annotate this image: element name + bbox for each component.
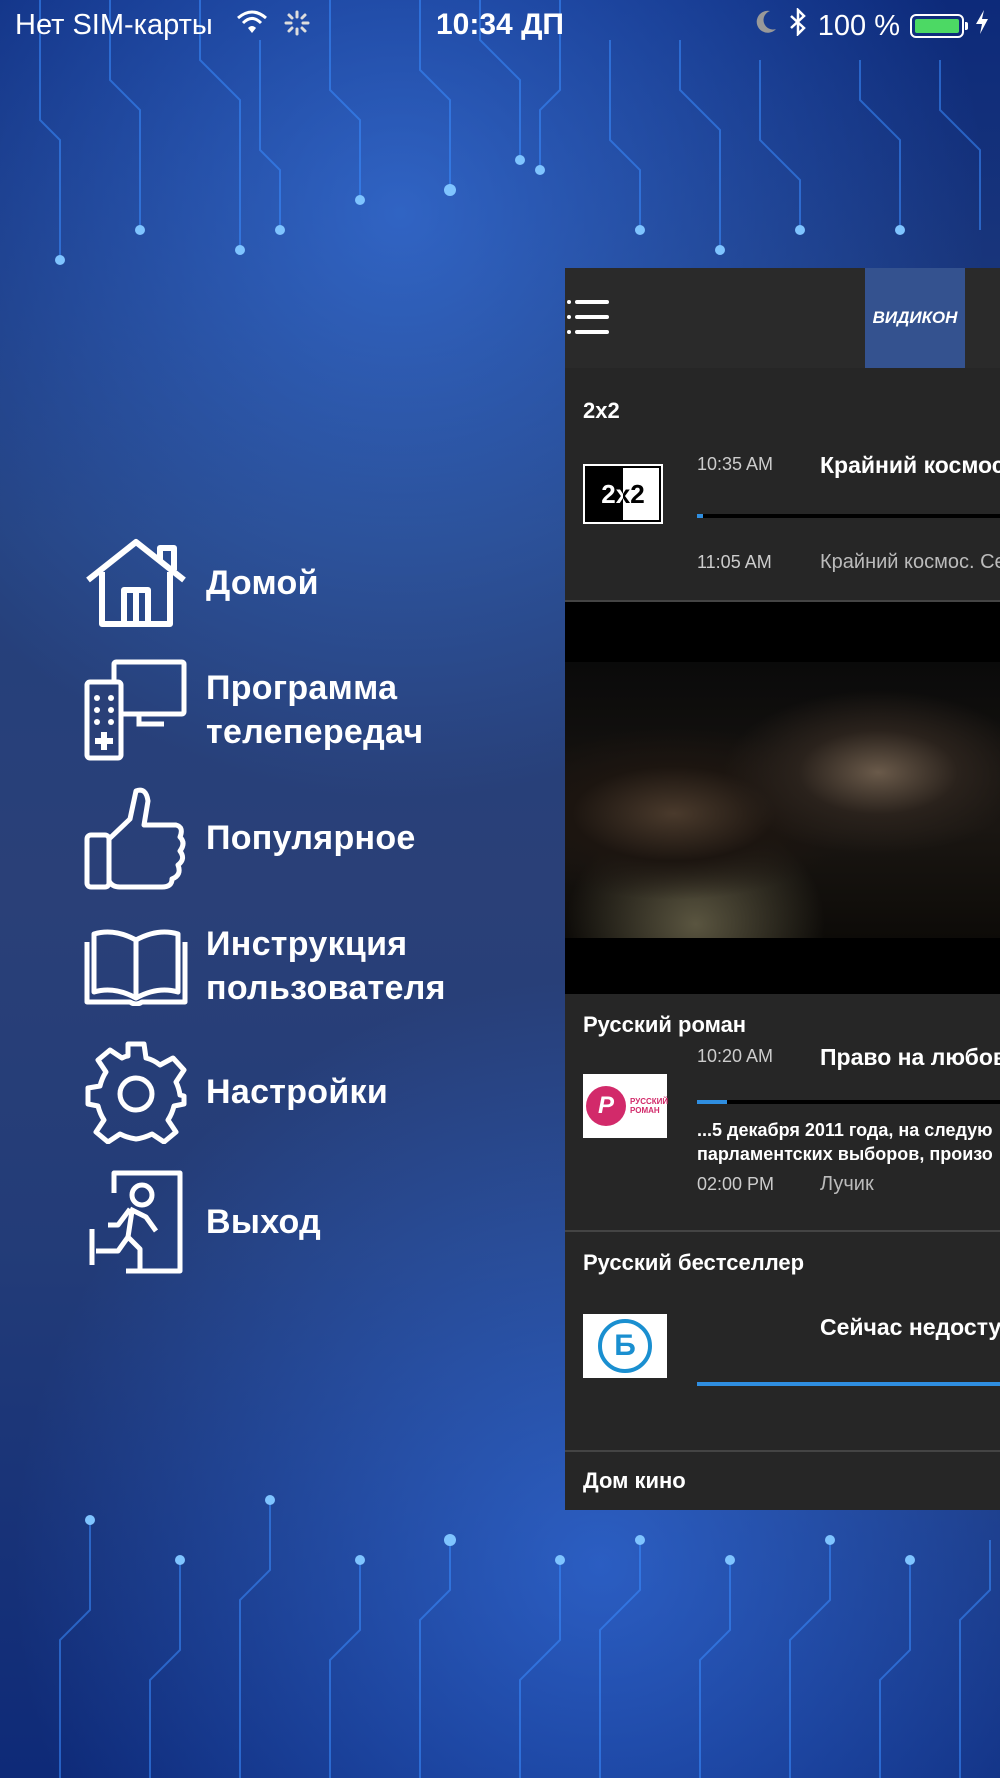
- channel-logo-text: 2x2: [601, 478, 645, 509]
- channel-logo: Р РУССКИЙ РОМАН: [583, 1074, 669, 1138]
- menu-item-user-guide[interactable]: Инструкция пользователя: [84, 908, 544, 1024]
- menu-label-tv-guide-line1: Программа: [206, 669, 398, 707]
- channel-name: Русский роман: [583, 1012, 747, 1037]
- hamburger-menu-icon[interactable]: [567, 298, 609, 336]
- book-icon: [84, 926, 188, 1006]
- menu-label-exit: Выход: [206, 1203, 322, 1241]
- activity-spinner-icon: [284, 10, 310, 44]
- exit-icon: [84, 1169, 188, 1275]
- channel-name: Русский бестселлер: [583, 1250, 805, 1275]
- menu-label-tv-guide: Программа телепередач: [206, 666, 423, 754]
- battery-percent: 100 %: [817, 9, 900, 42]
- menu-item-tv-guide[interactable]: Программа телепередач: [84, 652, 544, 768]
- status-bar: Нет SIM-карты 10:34 ДП 100 %: [0, 0, 1000, 50]
- bluetooth-icon: [788, 6, 808, 44]
- channel-card[interactable]: Русский бестселлер Б Сейчас недоступ: [565, 1232, 1000, 1448]
- program-time: 10:20 AM: [697, 1046, 774, 1066]
- menu-label-user-guide-line2: пользователя: [206, 969, 446, 1007]
- carrier-label: Нет SIM-карты: [15, 9, 213, 41]
- menu-label-user-guide-line1: Инструкция: [206, 925, 408, 963]
- program-description: ...5 декабря 2011 года, на следую парлам…: [697, 1118, 1000, 1166]
- top-bar: ВИДИКОН: [565, 268, 1000, 368]
- main-panel: ВИДИКОН 2x2 2x2 10:35 AM Крайний космос …: [565, 268, 1000, 1510]
- program-title: Право на любовь: [820, 1044, 1000, 1070]
- menu-item-home[interactable]: Домой: [84, 530, 544, 636]
- channel-card[interactable]: 2x2 2x2 10:35 AM Крайний космос 11:05 AM…: [565, 368, 1000, 600]
- program-time: 10:35 AM: [697, 454, 774, 474]
- menu-item-settings[interactable]: Настройки: [84, 1040, 544, 1144]
- progress-bar: [697, 1100, 1000, 1104]
- clock: 10:34 ДП: [436, 8, 564, 41]
- next-program-time: 02:00 PM: [697, 1174, 775, 1194]
- menu-item-exit[interactable]: Выход: [84, 1168, 544, 1276]
- home-icon: [84, 538, 188, 628]
- progress-bar: [697, 1382, 1000, 1386]
- menu-label-popular: Популярное: [206, 819, 416, 857]
- channel-logo-text: РУССКИЙ РОМАН: [630, 1097, 669, 1115]
- wifi-icon: [236, 8, 268, 44]
- menu-item-popular[interactable]: Популярное: [84, 784, 544, 892]
- next-program-title: Крайний космос. Се: [820, 551, 1000, 573]
- menu-label-user-guide: Инструкция пользователя: [206, 922, 446, 1010]
- next-program-time: 11:05 AM: [697, 552, 772, 572]
- menu-label-settings: Настройки: [206, 1073, 389, 1111]
- program-description-line1: ...5 декабря 2011 года, на следую: [697, 1120, 993, 1140]
- channel-card[interactable]: Дом кино: [565, 1452, 1000, 1510]
- menu-label-home: Домой: [206, 564, 319, 602]
- battery-icon: [910, 14, 968, 38]
- moon-icon: [754, 9, 778, 43]
- channel-logo: 2x2: [583, 464, 663, 524]
- channel-name: 2x2: [583, 398, 620, 423]
- progress-bar: [697, 514, 1000, 518]
- menu-label-tv-guide-line2: телепередач: [206, 713, 424, 751]
- channel-card[interactable]: Русский роман Р РУССКИЙ РОМАН 10:20 AM П…: [565, 994, 1000, 1230]
- channel-logo-text: Б: [614, 1329, 636, 1362]
- video-frame: [565, 662, 1000, 938]
- channel-logo: Б: [583, 1314, 667, 1378]
- side-menu: Домой Программа телепередач Популярное И…: [84, 530, 544, 1276]
- charging-icon: [974, 9, 990, 43]
- thumbs-up-icon: [84, 785, 188, 891]
- program-description-line2: парламентских выборов, произо: [697, 1144, 993, 1164]
- gear-icon: [84, 1040, 188, 1144]
- tv-remote-icon: [84, 658, 188, 762]
- video-player[interactable]: [565, 602, 1000, 994]
- channel-name: Дом кино: [583, 1468, 686, 1493]
- next-program-title: Лучик: [820, 1173, 874, 1195]
- program-title: Крайний космос: [820, 452, 1000, 478]
- program-title: Сейчас недоступ: [820, 1314, 1000, 1340]
- brand-logo: ВИДИКОН: [865, 268, 965, 368]
